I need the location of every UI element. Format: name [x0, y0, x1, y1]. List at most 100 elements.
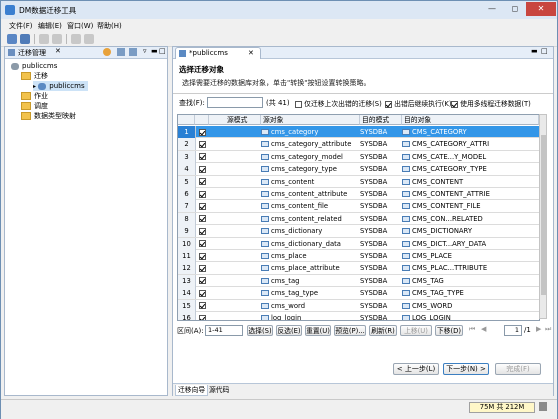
search-input[interactable]	[207, 97, 263, 108]
checkbox-box[interactable]	[198, 202, 206, 210]
table-row[interactable]: 5 cms_content SYSDBA CMS_CONTENT	[178, 175, 539, 188]
table-scrollbar[interactable]	[539, 114, 547, 319]
row-checkbox[interactable]	[195, 250, 209, 262]
column-header-source-schema[interactable]: 源模式	[209, 115, 261, 125]
minimize-view-icon[interactable]: ▬	[531, 47, 538, 55]
move-up-button[interactable]: 上移(U)	[400, 325, 432, 336]
link-icon[interactable]	[129, 48, 137, 56]
view-menu-icon[interactable]: ▿	[143, 47, 147, 55]
checkbox-box[interactable]	[295, 100, 302, 108]
maximize-view-icon[interactable]: □	[541, 47, 548, 55]
tree-item-publiccms-migration[interactable]: ▸ publiccms	[33, 81, 88, 91]
continue-on-error-checkbox[interactable]: 出错后继续执行(K)	[385, 98, 452, 108]
minimize-view-icon[interactable]: ▬	[151, 47, 158, 55]
first-page-icon[interactable]: ⏮	[469, 325, 475, 334]
table-row[interactable]: 12 cms_place_attribute SYSDBA CMS_PLAC...TT…	[178, 262, 539, 275]
undo-icon[interactable]	[39, 34, 49, 44]
redo-icon[interactable]	[52, 34, 62, 44]
row-checkbox[interactable]	[195, 138, 209, 150]
row-checkbox[interactable]	[195, 151, 209, 163]
checkbox-box[interactable]	[198, 289, 206, 297]
checkbox-box[interactable]	[198, 302, 206, 310]
checkbox-box[interactable]	[198, 165, 206, 173]
expand-arrow-icon[interactable]: ▸	[33, 83, 36, 90]
forward-icon[interactable]	[84, 34, 94, 44]
row-checkbox[interactable]	[195, 275, 209, 287]
checkbox-box[interactable]	[451, 100, 458, 108]
table-row[interactable]: 16 log_login SYSDBA LOG_LOGIN	[178, 312, 539, 320]
tree-item-schedule[interactable]: 调度	[21, 101, 48, 111]
page-input[interactable]: 1	[504, 325, 522, 336]
tab-source-code[interactable]: 源代码	[207, 385, 231, 395]
table-row[interactable]: 15 cms_word SYSDBA CMS_WORD	[178, 299, 539, 312]
refresh-button[interactable]: 刷新(R)	[369, 325, 397, 336]
tree-item-migration-folder[interactable]: 迁移	[21, 71, 48, 81]
close-icon[interactable]: ✕	[55, 47, 61, 55]
tree-item-type-mapping[interactable]: 数据类型映射	[21, 111, 76, 121]
preview-button[interactable]: 预览(P)...	[334, 325, 366, 336]
table-row[interactable]: 7 cms_content_file SYSDBA CMS_CONTENT_FILE	[178, 200, 539, 213]
table-row[interactable]: 13 cms_tag SYSDBA CMS_TAG	[178, 274, 539, 288]
table-row[interactable]: 14 cms_tag_type SYSDBA CMS_TAG_TYPE	[178, 287, 539, 300]
menu-file[interactable]: 文件(F)	[9, 21, 33, 31]
next-button[interactable]: 下一步(N) >	[443, 363, 489, 375]
row-checkbox[interactable]	[195, 225, 209, 237]
finish-button[interactable]: 完成(F)	[495, 363, 541, 375]
checkbox-box[interactable]	[198, 190, 206, 198]
table-row[interactable]: 4 cms_category_type SYSDBA CMS_CATEGORY_TYP…	[178, 163, 539, 176]
checkbox-box[interactable]	[198, 264, 206, 272]
sync-icon[interactable]	[103, 48, 111, 56]
checkbox-box[interactable]	[198, 153, 206, 161]
checkbox-box[interactable]	[198, 240, 206, 248]
row-checkbox[interactable]	[195, 287, 209, 299]
reset-button[interactable]: 重置(U)	[305, 325, 331, 336]
table-row[interactable]: 2 cms_category_attribute SYSDBA CMS_CATEGOR…	[178, 138, 539, 151]
row-checkbox[interactable]	[195, 213, 209, 225]
checkbox-box[interactable]	[198, 215, 206, 223]
row-checkbox[interactable]	[195, 300, 209, 312]
close-icon[interactable]: ✕	[248, 48, 254, 59]
checkbox-box[interactable]	[198, 314, 206, 320]
row-checkbox[interactable]	[195, 200, 209, 212]
minimize-button[interactable]: —	[481, 2, 503, 16]
trash-icon[interactable]	[539, 402, 547, 411]
table-row[interactable]: 8 cms_content_related SYSDBA CMS_CON...RELA…	[178, 212, 539, 226]
checkbox-box[interactable]	[198, 128, 206, 136]
column-header-source-object[interactable]: 源对象	[261, 115, 360, 125]
collapse-icon[interactable]	[117, 48, 125, 56]
invert-button[interactable]: 反选(E)	[276, 325, 302, 336]
row-checkbox[interactable]	[195, 176, 209, 188]
menu-window[interactable]: 窗口(W)	[67, 21, 93, 31]
menu-edit[interactable]: 编辑(E)	[38, 21, 62, 31]
range-input[interactable]: 1-41	[205, 325, 243, 336]
save-icon[interactable]	[20, 34, 30, 44]
last-page-icon[interactable]: ⏭	[545, 325, 551, 334]
select-button[interactable]: 选择(S)	[247, 325, 273, 336]
tree-item-publiccms-db[interactable]: publiccms	[11, 61, 57, 71]
row-checkbox[interactable]	[195, 188, 209, 200]
memory-indicator[interactable]: 75M 共 212M	[469, 402, 535, 413]
row-checkbox[interactable]	[195, 238, 209, 250]
tree-item-jobs[interactable]: 作业	[21, 91, 48, 101]
back-button[interactable]: < 上一步(L)	[393, 363, 439, 375]
column-header-select[interactable]	[195, 115, 209, 125]
checkbox-box[interactable]	[198, 252, 206, 260]
checkbox-box[interactable]	[198, 227, 206, 235]
menu-help[interactable]: 帮助(H)	[97, 21, 122, 31]
checkbox-box[interactable]	[198, 277, 206, 285]
move-down-button[interactable]: 下移(D)	[435, 325, 463, 336]
maximize-view-icon[interactable]: □	[159, 47, 166, 55]
table-row[interactable]: 6 cms_content_attribute SYSDBA CMS_CONTENT_…	[178, 188, 539, 201]
table-row[interactable]: 9 cms_dictionary SYSDBA CMS_DICTIONARY	[178, 225, 539, 238]
table-row[interactable]: 11 cms_place SYSDBA CMS_PLACE	[178, 250, 539, 263]
multithread-checkbox[interactable]: 使用多线程迁移数据(T)	[451, 98, 531, 108]
checkbox-box[interactable]	[198, 140, 206, 148]
new-icon[interactable]	[7, 34, 17, 44]
maximize-button[interactable]: ◻	[504, 2, 526, 16]
column-header-target-schema[interactable]: 目的模式	[360, 115, 402, 125]
close-button[interactable]: ✕	[526, 2, 556, 16]
checkbox-box[interactable]	[385, 100, 392, 108]
column-header-target-object[interactable]: 目的对象	[402, 115, 539, 125]
scrollbar-thumb[interactable]	[541, 135, 546, 295]
table-row[interactable]: 1 cms_category SYSDBA CMS_CATEGORY	[178, 126, 539, 139]
